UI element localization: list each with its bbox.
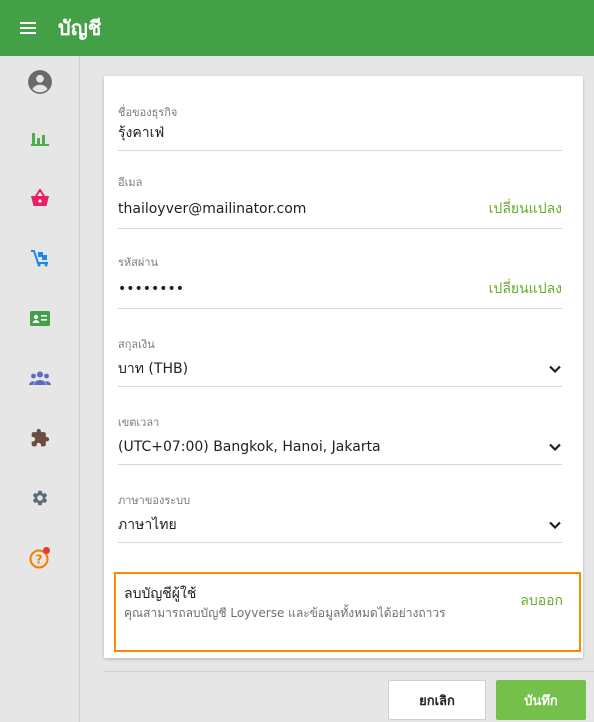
business-name-input[interactable]: รุ้งคาเฟ่	[118, 124, 164, 142]
items-cart-icon	[30, 250, 48, 267]
business-name-field: ชื่อของธุรกิจ รุ้งคาเฟ่	[118, 106, 562, 151]
timezone-label: เขตเวลา	[118, 416, 160, 429]
menu-button[interactable]	[0, 0, 56, 56]
hamburger-icon	[20, 27, 36, 29]
account-card: ชื่อของธุรกิจ รุ้งคาเฟ่ อีเมล thailoyver…	[104, 76, 583, 658]
business-name-label: ชื่อของธุรกิจ	[118, 106, 178, 119]
delete-account-title: ลบบัญชีผู้ใช้	[124, 586, 197, 602]
change-email-link[interactable]: เปลี่ยนแปลง	[489, 198, 562, 220]
change-password-link[interactable]: เปลี่ยนแปลง	[489, 278, 562, 300]
delete-account-description: คุณสามารถลบบัญชี Loyverse และข้อมูลทั้งห…	[124, 606, 446, 620]
email-value: thailoyver@mailinator.com	[118, 201, 307, 217]
chevron-down-icon[interactable]	[548, 440, 562, 454]
chevron-down-icon[interactable]	[548, 362, 562, 376]
sidebar-item-employees[interactable]	[0, 288, 79, 348]
timezone-field[interactable]: เขตเวลา (UTC+07:00) Bangkok, Hanoi, Jaka…	[118, 416, 562, 465]
app-header: บัญชี	[0, 0, 594, 56]
sidebar-item-reports[interactable]	[0, 108, 79, 168]
page-title: บัญชี	[58, 16, 102, 40]
currency-select[interactable]: บาท (THB)	[118, 360, 188, 378]
sidebar-item-customers[interactable]	[0, 348, 79, 408]
email-field: อีเมล thailoyver@mailinator.com เปลี่ยนแ…	[118, 176, 562, 229]
sidebar-item-sales[interactable]	[0, 168, 79, 228]
sidebar: ?	[0, 56, 80, 722]
delete-account-section: ลบบัญชีผู้ใช้ คุณสามารถลบบัญชี Loyverse …	[114, 572, 581, 652]
save-button[interactable]: บันทึก	[496, 680, 586, 720]
bar-chart-icon	[30, 133, 49, 146]
basket-icon	[30, 189, 49, 206]
language-label: ภาษาของระบบ	[118, 494, 191, 507]
account-circle-icon	[27, 70, 52, 94]
sidebar-item-settings[interactable]	[0, 468, 79, 528]
puzzle-icon	[31, 428, 49, 447]
language-field[interactable]: ภาษาของระบบ ภาษาไทย	[118, 494, 562, 543]
sidebar-item-items[interactable]	[0, 228, 79, 288]
chevron-down-icon[interactable]	[548, 518, 562, 532]
help-icon: ?	[29, 547, 50, 569]
delete-account-button[interactable]: ลบออก	[520, 590, 563, 612]
language-select[interactable]: ภาษาไทย	[118, 516, 177, 534]
currency-field[interactable]: สกุลเงิน บาท (THB)	[118, 338, 562, 387]
timezone-select[interactable]: (UTC+07:00) Bangkok, Hanoi, Jakarta	[118, 438, 381, 456]
password-value: ••••••••	[118, 281, 185, 297]
customers-icon	[28, 371, 51, 385]
sidebar-item-account[interactable]	[0, 56, 79, 108]
footer-divider	[104, 671, 594, 672]
cancel-button[interactable]: ยกเลิก	[388, 680, 486, 720]
gear-icon	[32, 490, 47, 506]
sidebar-item-integrations[interactable]	[0, 408, 79, 468]
password-field: รหัสผ่าน •••••••• เปลี่ยนแปลง	[118, 256, 562, 309]
id-card-icon	[29, 310, 50, 326]
svg-text:?: ?	[35, 553, 42, 567]
currency-label: สกุลเงิน	[118, 338, 155, 351]
sidebar-item-help[interactable]: ?	[0, 528, 79, 588]
email-label: อีเมล	[118, 176, 143, 189]
password-label: รหัสผ่าน	[118, 256, 159, 269]
